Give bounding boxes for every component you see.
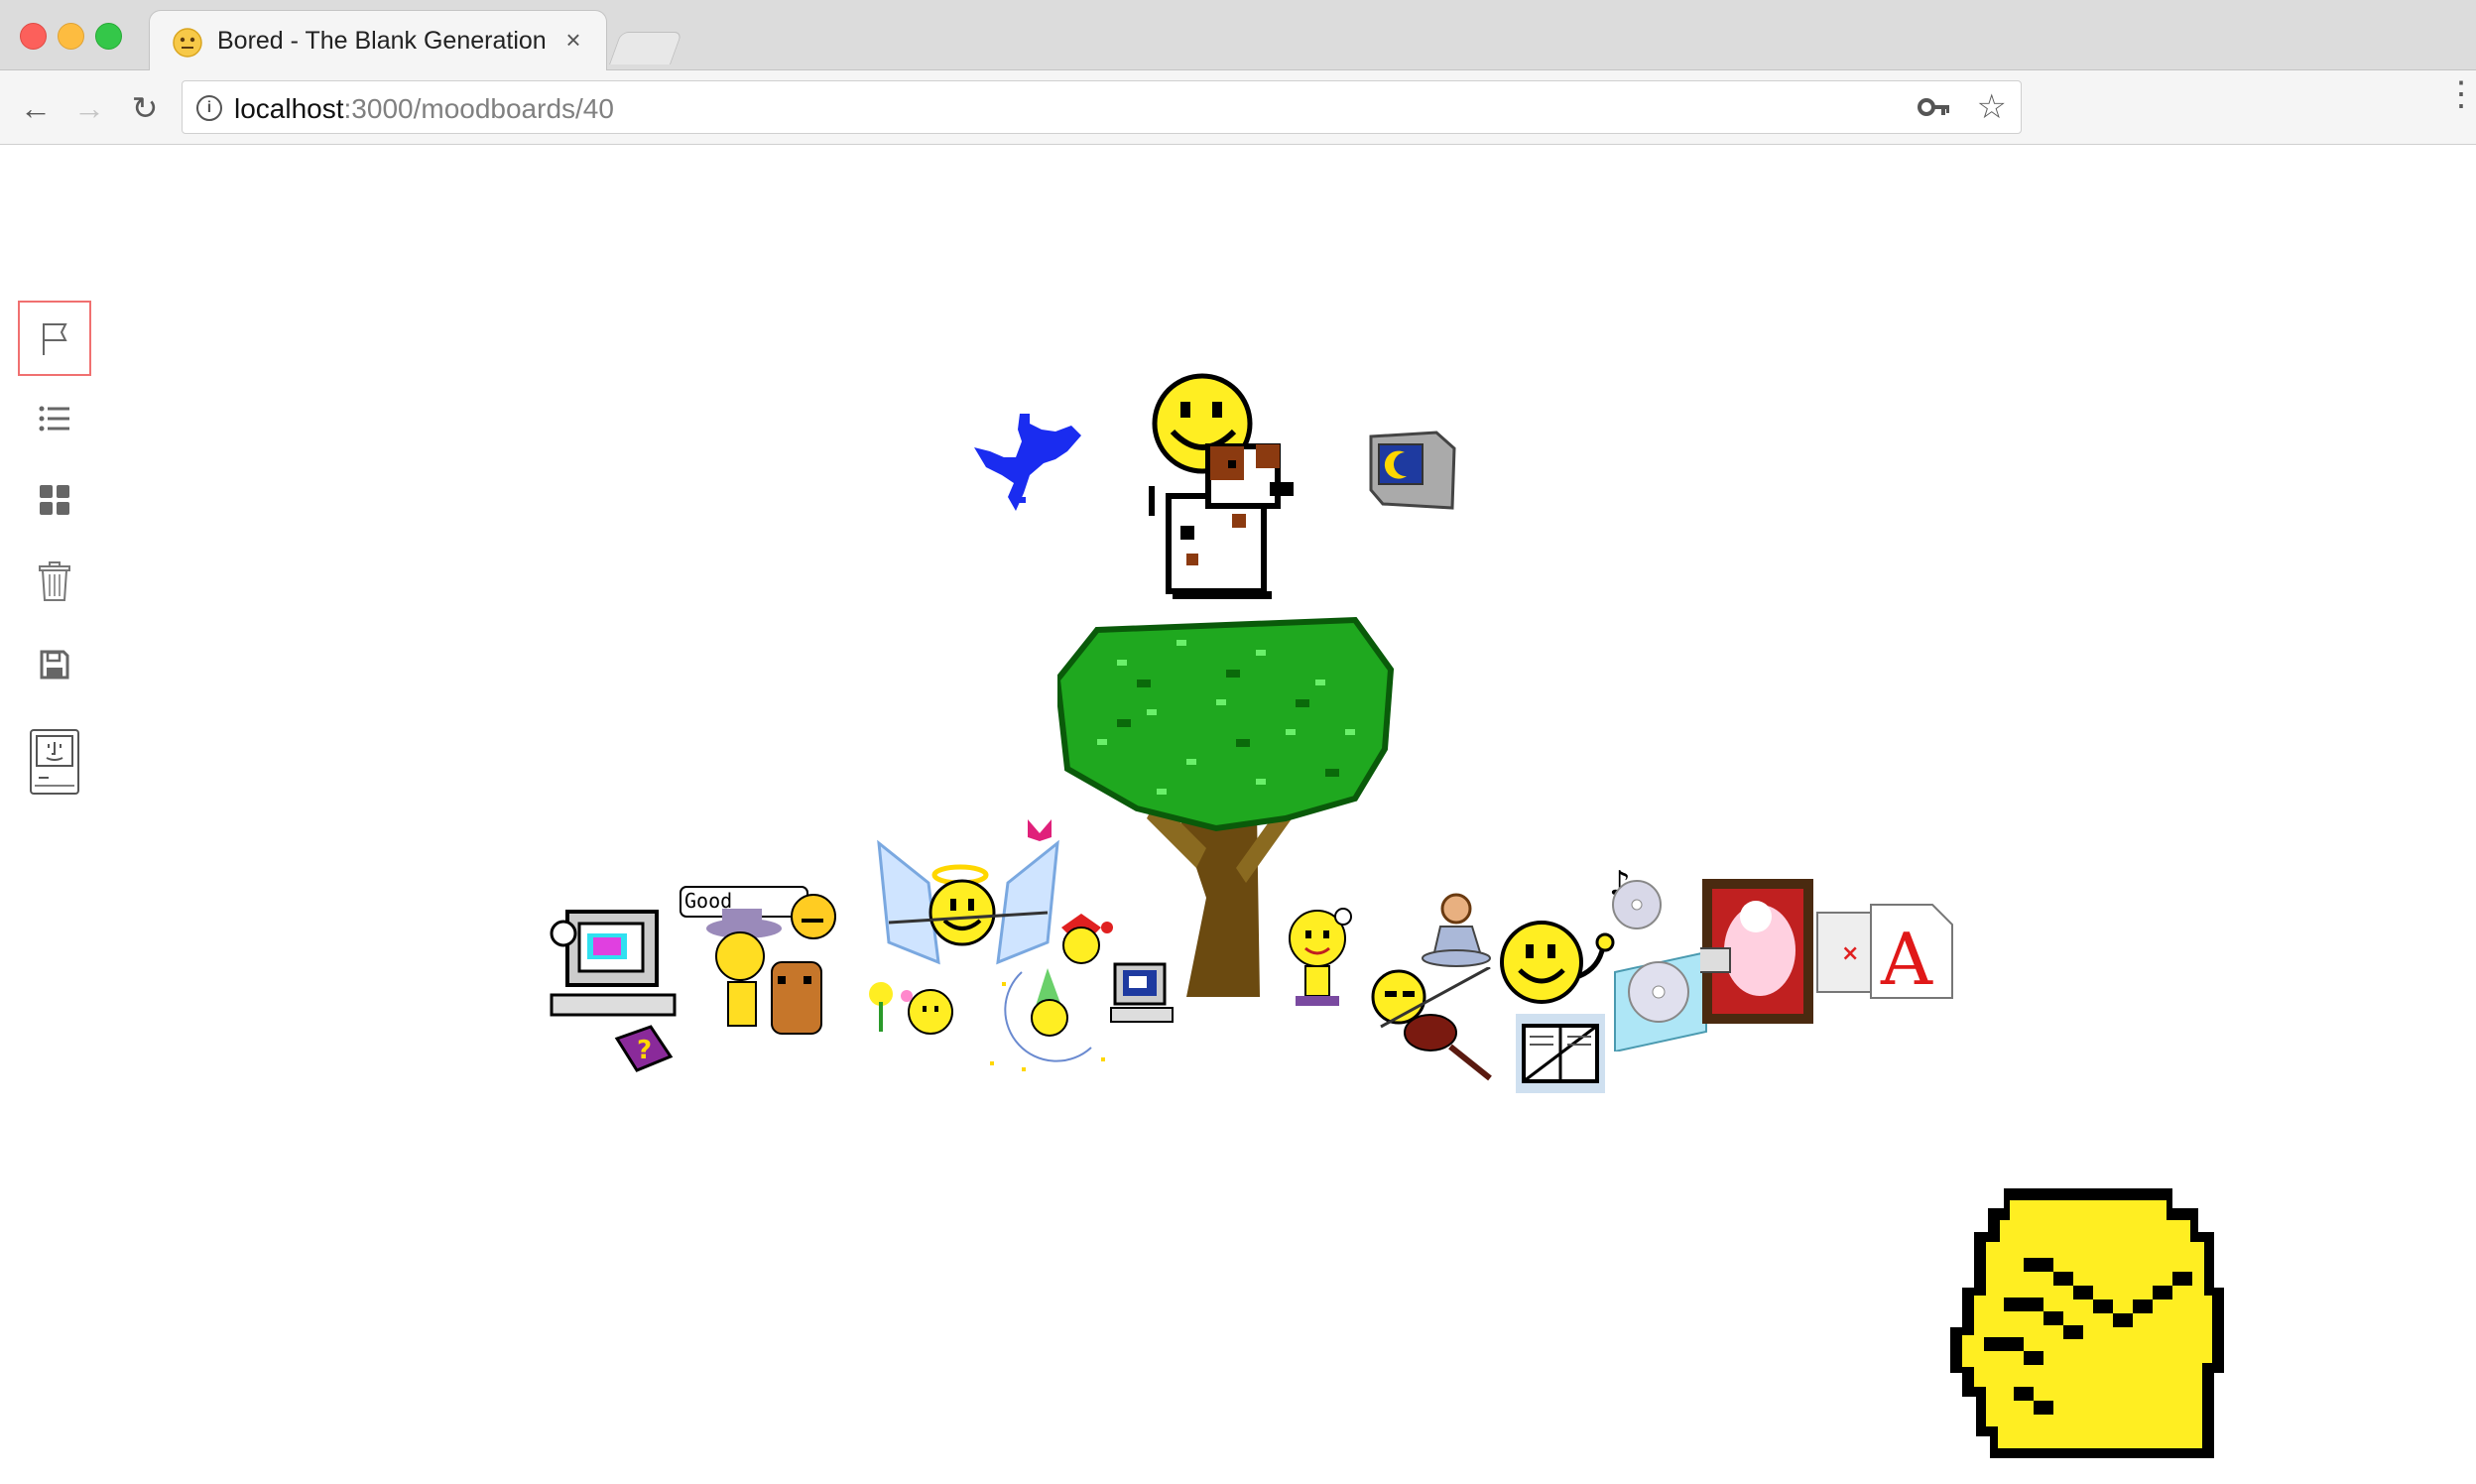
url-path: :3000/moodboards/40 — [343, 93, 614, 124]
maximize-window-button[interactable] — [95, 23, 122, 50]
framed-painting-sprite[interactable] — [1700, 877, 1815, 1026]
key-icon[interactable] — [1918, 93, 1951, 121]
reload-button[interactable]: ↻ — [125, 88, 165, 128]
info-icon[interactable]: i — [196, 95, 222, 121]
tab-bar: Bored - The Blank Generation × — [0, 0, 2476, 71]
cowboy-dog-sprite[interactable]: Good — [679, 883, 837, 1051]
meditating-person-icon — [1422, 893, 1491, 967]
violin-smiley-sprite[interactable] — [1371, 967, 1500, 1086]
url-text[interactable]: localhost:3000/moodboards/40 — [234, 93, 614, 125]
flower-smiley-icon — [869, 982, 953, 1035]
tab-close-icon[interactable]: × — [558, 25, 588, 56]
trash-icon — [39, 561, 70, 601]
svg-text:×: × — [1841, 941, 1859, 966]
big-smiley-sprite[interactable] — [1496, 917, 1625, 1006]
pdf-document-sprite[interactable]: × A — [1815, 891, 1954, 1000]
sidebar-item-trash[interactable] — [18, 544, 91, 619]
new-tab-button[interactable] — [608, 32, 683, 64]
list-icon — [39, 406, 69, 432]
tv-moon-sprite[interactable] — [1367, 429, 1458, 512]
url-host: localhost — [234, 93, 344, 124]
dog-sprite[interactable] — [1129, 417, 1317, 605]
back-button[interactable]: ← — [16, 88, 56, 128]
blue-bird-sprite[interactable] — [972, 402, 1091, 521]
girl-smiley-sprite[interactable] — [1286, 905, 1355, 1014]
flower-smiley-sprite[interactable] — [861, 972, 960, 1042]
sidebar-item-flag[interactable] — [18, 301, 91, 376]
svg-text:A: A — [1880, 918, 1933, 1000]
book-sprite[interactable] — [1516, 1014, 1605, 1093]
sidebar-item-computer[interactable] — [18, 714, 91, 809]
smiley-favicon-icon — [173, 28, 202, 58]
forward-button[interactable]: → — [69, 88, 109, 128]
pixel-smiley-icon — [1950, 1188, 2224, 1458]
framed-painting-icon — [1700, 879, 1813, 1024]
browser-toolbar: ← → ↻ i localhost:3000/moodboards/40 ☆ ⋮ — [0, 70, 2476, 145]
close-window-button[interactable] — [20, 23, 47, 50]
pdf-document-icon: × A — [1816, 904, 1953, 1000]
dog-icon — [1149, 443, 1294, 599]
save-icon — [40, 650, 69, 680]
browser-menu-icon[interactable]: ⋮ — [2444, 77, 2476, 128]
tab-active[interactable]: Bored - The Blank Generation × — [149, 10, 607, 71]
bookmark-star-icon[interactable]: ☆ — [1977, 87, 2007, 127]
small-computer-sprite[interactable] — [1109, 960, 1175, 1026]
sidebar-item-save[interactable] — [18, 627, 91, 702]
pixel-smiley-sprite[interactable] — [1944, 1188, 2224, 1458]
small-computer-icon — [1110, 962, 1174, 1023]
girl-smiley-icon — [1289, 908, 1352, 1006]
minimize-window-button[interactable] — [58, 23, 84, 50]
tv-moon-icon — [1369, 431, 1456, 510]
open-book-icon — [1516, 1014, 1605, 1093]
meditating-person-sprite[interactable] — [1421, 891, 1494, 970]
mac-computer-icon — [30, 729, 79, 795]
bird-icon — [974, 414, 1081, 511]
big-smiley-icon — [1500, 921, 1615, 1004]
sidebar-item-list[interactable] — [18, 381, 91, 456]
sidebar-item-grid[interactable] — [18, 462, 91, 538]
speech-bubble-text: Good — [684, 889, 733, 913]
computer-book-icon: ? — [550, 910, 677, 1072]
grid-icon — [40, 485, 69, 515]
flag-icon — [43, 323, 67, 355]
address-bar[interactable]: i localhost:3000/moodboards/40 ☆ — [182, 80, 2022, 134]
violin-smiley-icon — [1371, 967, 1492, 1081]
svg-text:?: ? — [637, 1036, 652, 1065]
computer-book-sprite[interactable]: ? — [548, 908, 677, 1076]
tab-title: Bored - The Blank Generation — [217, 27, 547, 55]
